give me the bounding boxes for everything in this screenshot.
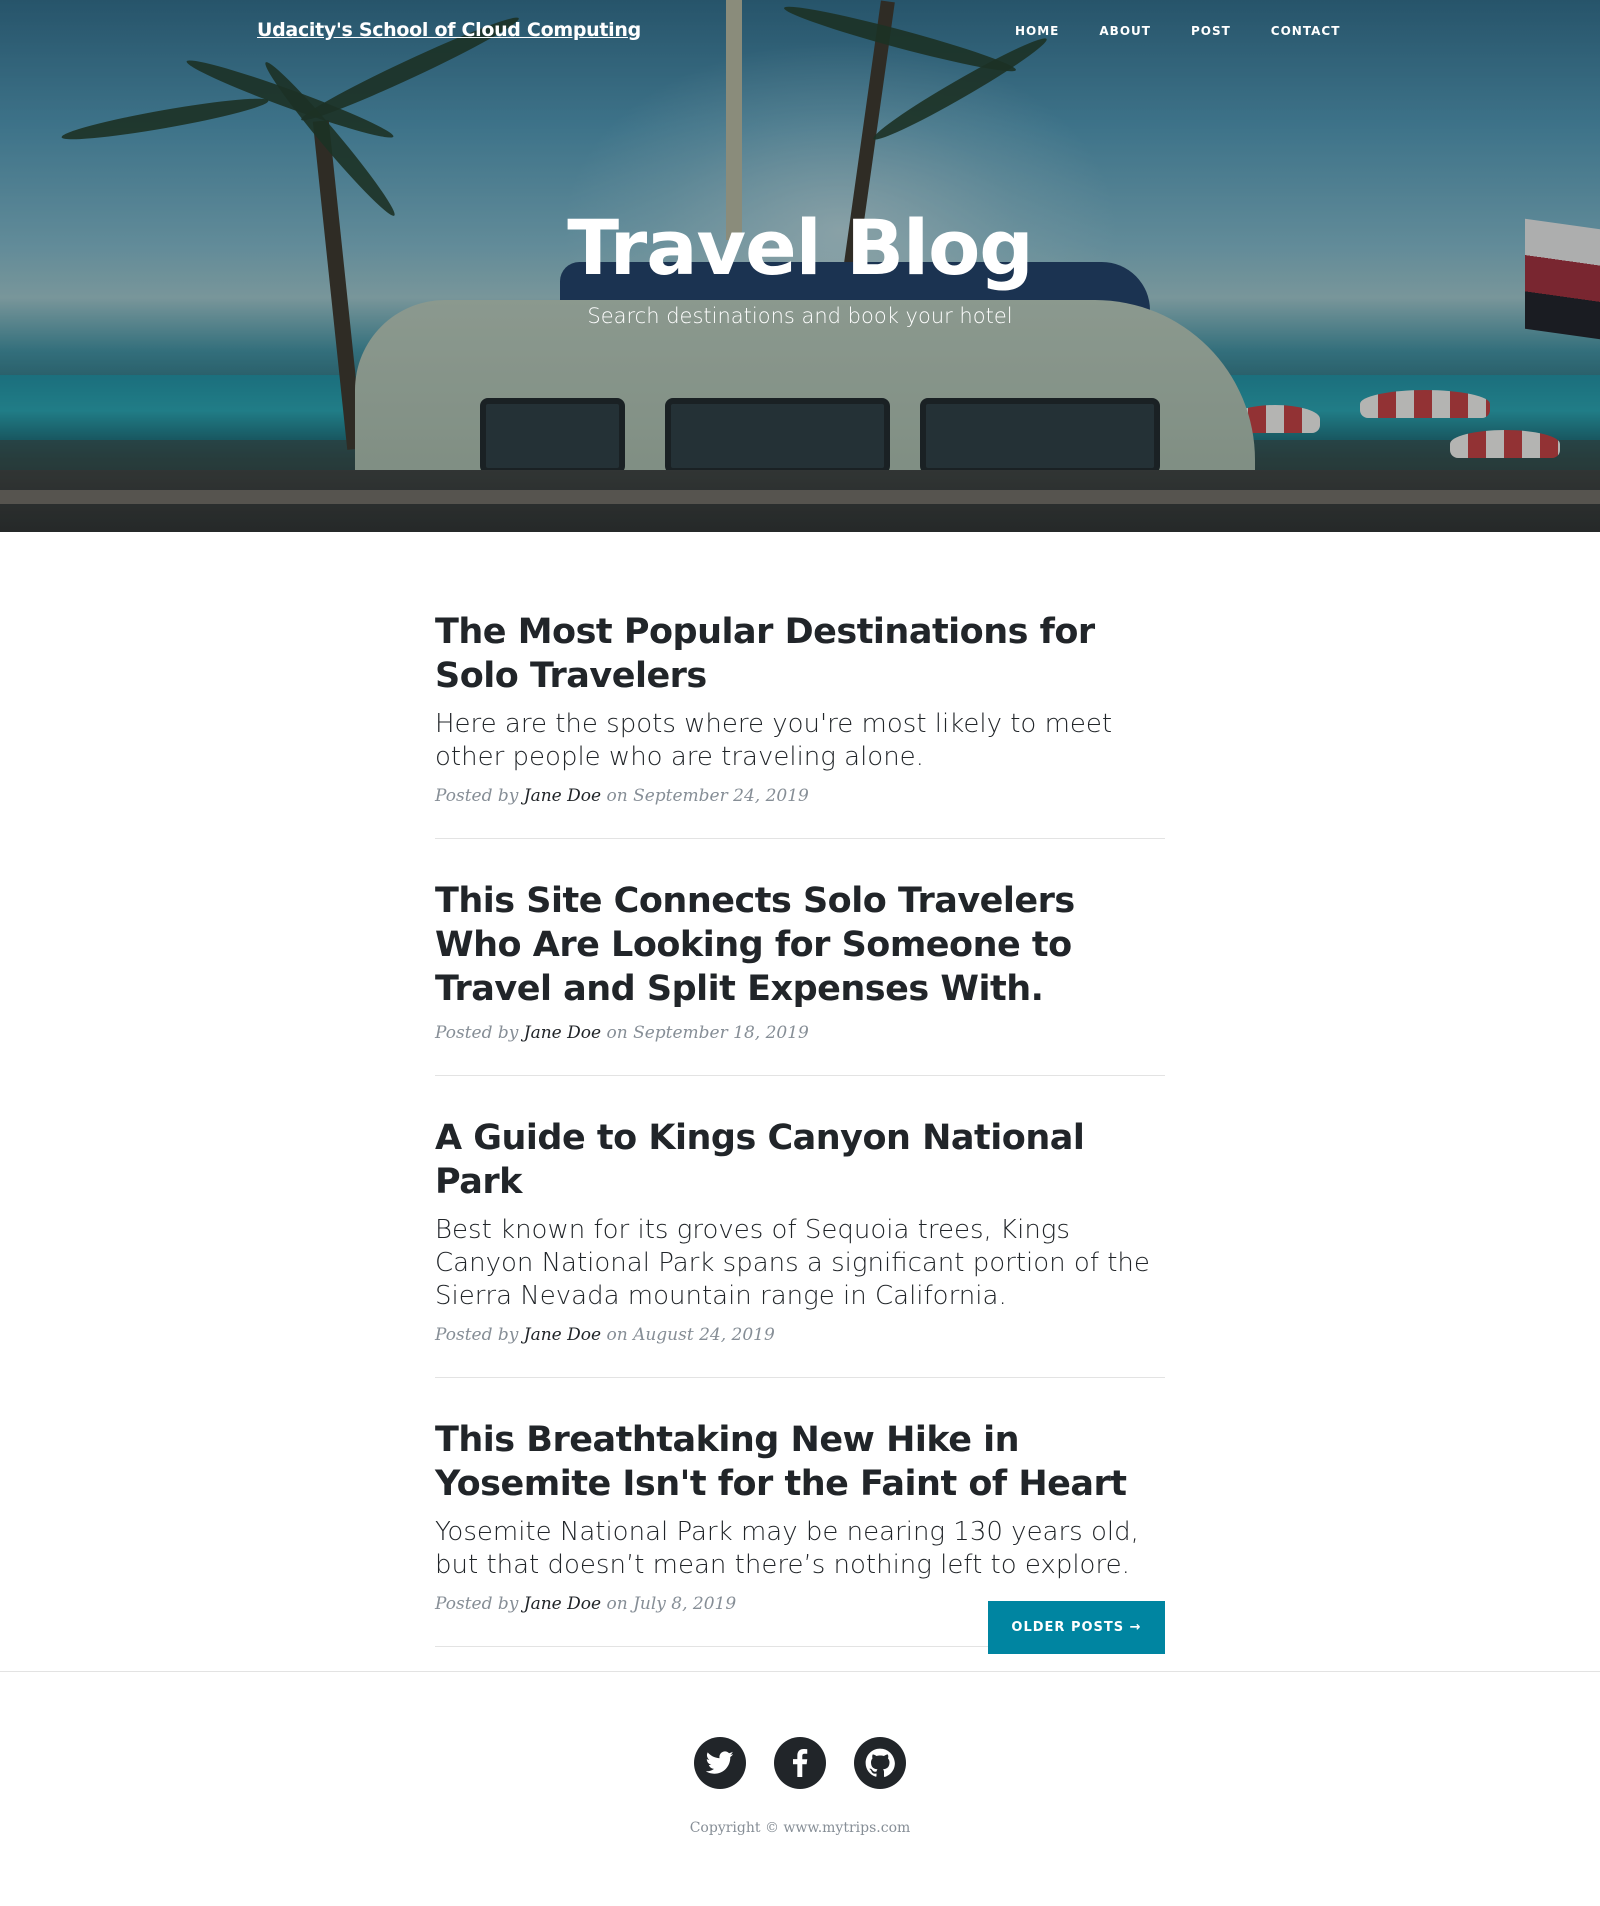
post-meta: Posted by Jane Doe on August 24, 2019 [435, 1325, 1165, 1345]
post-author-link[interactable]: Jane Doe [524, 1325, 601, 1345]
post-title: This Site Connects Solo Travelers Who Ar… [435, 881, 1075, 1009]
hero-header: Udacity's School of Cloud Computing HOME… [0, 0, 1600, 532]
post-title: The Most Popular Destinations for Solo T… [435, 612, 1095, 696]
pager: OLDER POSTS → [988, 1601, 1165, 1654]
post-date: August 24, 2019 [633, 1325, 775, 1345]
post-subtitle: Best known for its groves of Sequoia tre… [435, 1215, 1150, 1311]
post-author-link[interactable]: Jane Doe [524, 1594, 601, 1614]
page-subtitle: Search destinations and book your hotel [587, 304, 1013, 328]
post-title: This Breathtaking New Hike in Yosemite I… [435, 1420, 1127, 1504]
post-meta-on: on [606, 786, 628, 806]
github-glyph [865, 1748, 895, 1777]
nav-link-post[interactable]: POST [1191, 24, 1231, 38]
post-meta-prefix: Posted by [435, 786, 519, 806]
social-links [694, 1737, 906, 1789]
post-meta-on: on [606, 1594, 628, 1614]
facebook-glyph [793, 1749, 808, 1777]
post-meta-on: on [606, 1023, 628, 1043]
facebook-icon[interactable] [774, 1737, 826, 1789]
post-link[interactable]: This Site Connects Solo Travelers Who Ar… [435, 879, 1165, 1011]
post-meta-prefix: Posted by [435, 1325, 519, 1345]
twitter-glyph [706, 1751, 734, 1774]
post-date: July 8, 2019 [633, 1594, 737, 1614]
nav-link-contact[interactable]: CONTACT [1271, 24, 1341, 38]
nav-link-home[interactable]: HOME [1015, 24, 1059, 38]
post-author-link[interactable]: Jane Doe [524, 786, 601, 806]
nav-link-about[interactable]: ABOUT [1099, 24, 1151, 38]
page-title: Travel Blog [567, 203, 1033, 292]
post-author-link[interactable]: Jane Doe [524, 1023, 601, 1043]
nav-links: HOME ABOUT POST CONTACT [1015, 24, 1380, 38]
post-date: September 24, 2019 [633, 786, 809, 806]
site-brand-link[interactable]: Udacity's School of Cloud Computing [257, 19, 641, 41]
post-meta-prefix: Posted by [435, 1594, 519, 1614]
post-title: A Guide to Kings Canyon National Park [435, 1118, 1085, 1202]
post-meta: Posted by Jane Doe on September 18, 2019 [435, 1023, 1165, 1043]
main-nav: Udacity's School of Cloud Computing HOME… [0, 0, 1600, 66]
post-link[interactable]: The Most Popular Destinations for Solo T… [435, 610, 1165, 774]
twitter-icon[interactable] [694, 1737, 746, 1789]
post-preview: The Most Popular Destinations for Solo T… [435, 610, 1165, 839]
copyright-text: Copyright © www.mytrips.com [689, 1820, 911, 1836]
post-subtitle: Here are the spots where you're most lik… [435, 709, 1113, 772]
post-list: The Most Popular Destinations for Solo T… [435, 610, 1165, 1687]
github-icon[interactable] [854, 1737, 906, 1789]
post-preview: A Guide to Kings Canyon National Park Be… [435, 1116, 1165, 1378]
post-preview: This Site Connects Solo Travelers Who Ar… [435, 879, 1165, 1076]
post-meta-prefix: Posted by [435, 1023, 519, 1043]
post-link[interactable]: A Guide to Kings Canyon National Park Be… [435, 1116, 1165, 1313]
post-subtitle: Yosemite National Park may be nearing 13… [435, 1517, 1139, 1580]
post-meta-on: on [606, 1325, 628, 1345]
older-posts-button[interactable]: OLDER POSTS → [988, 1601, 1165, 1654]
footer-divider [0, 1671, 1600, 1672]
post-link[interactable]: This Breathtaking New Hike in Yosemite I… [435, 1418, 1165, 1582]
post-date: September 18, 2019 [633, 1023, 809, 1043]
post-meta: Posted by Jane Doe on September 24, 2019 [435, 786, 1165, 806]
